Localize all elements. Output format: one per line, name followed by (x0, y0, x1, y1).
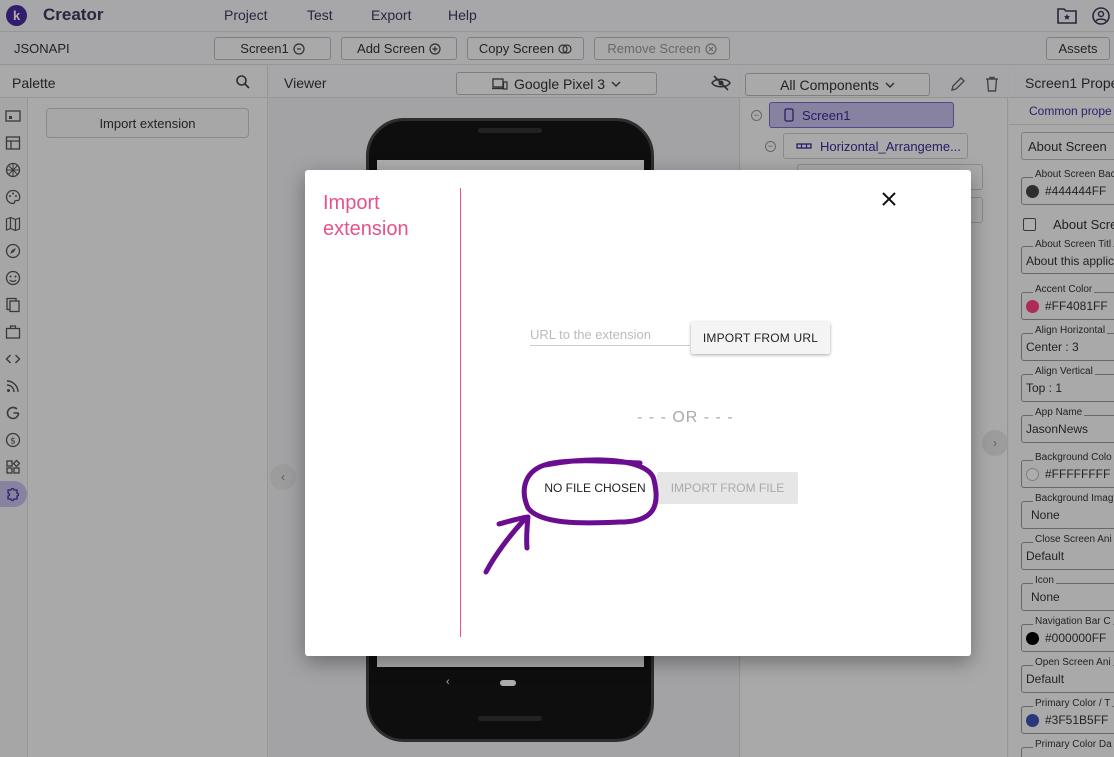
dialog-divider (460, 188, 461, 637)
import-from-url-button[interactable]: IMPORT FROM URL (691, 322, 830, 354)
or-separator: - - - OR - - - (637, 409, 734, 426)
dialog-title: Import extension (323, 192, 409, 240)
close-icon[interactable] (881, 191, 897, 207)
choose-file-button[interactable]: NO FILE CHOSEN (535, 472, 655, 504)
import-from-file-button[interactable]: IMPORT FROM FILE (657, 472, 798, 504)
extension-url-input[interactable] (530, 324, 690, 346)
